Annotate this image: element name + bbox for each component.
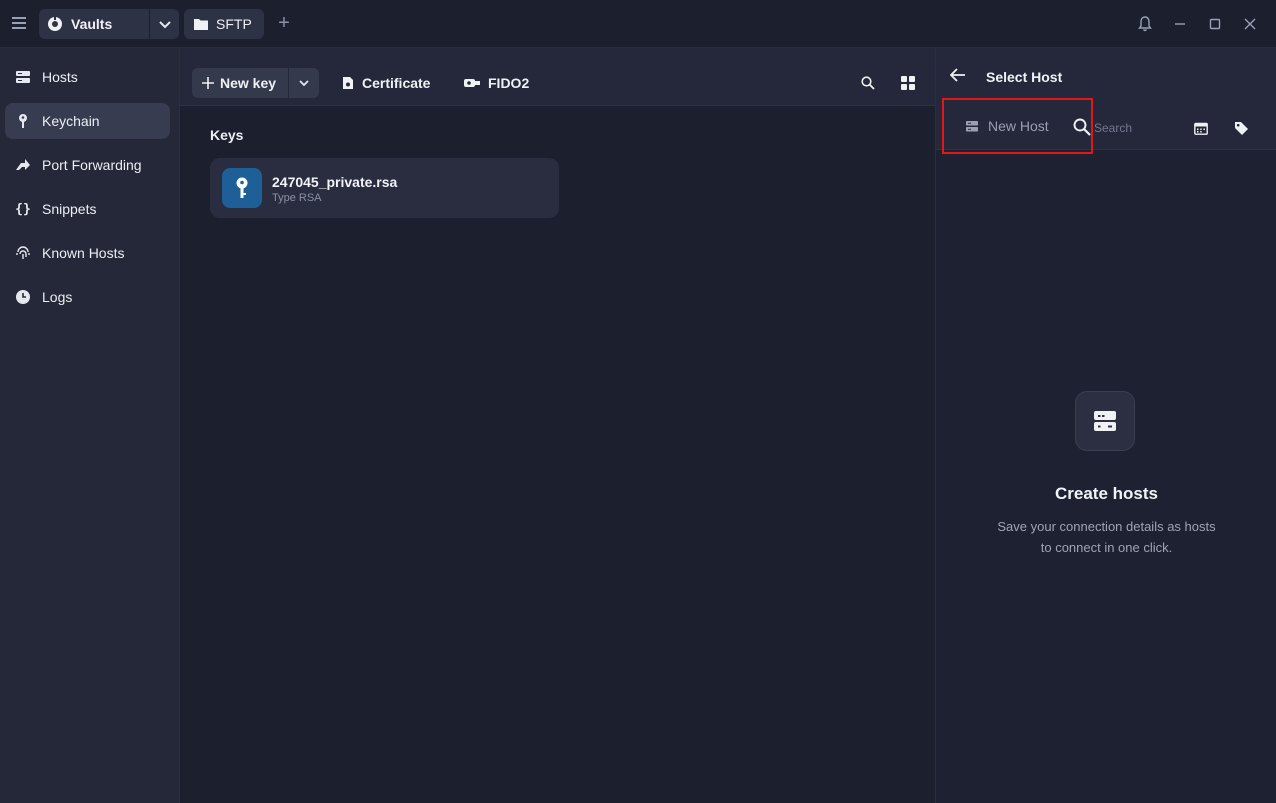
new-key-dropdown-button[interactable] — [289, 68, 319, 98]
chevron-down-icon — [158, 21, 171, 29]
chevron-down-icon — [299, 80, 309, 87]
sidebar-item-keychain[interactable]: Keychain — [5, 103, 170, 139]
sidebar-item-label: Port Forwarding — [42, 157, 142, 173]
grid-view-icon[interactable] — [898, 73, 918, 93]
new-key-label: New key — [220, 75, 277, 91]
add-tab-button[interactable]: + — [274, 13, 294, 35]
folder-icon — [194, 18, 208, 30]
sidebar-item-snippets[interactable]: {} Snippets — [5, 191, 170, 227]
hamburger-menu-icon[interactable] — [9, 14, 29, 34]
vaults-tab-label: Vaults — [71, 16, 113, 32]
braces-icon: {} — [15, 201, 31, 217]
new-host-label: New Host — [988, 118, 1049, 134]
sidebar-item-hosts[interactable]: Hosts — [5, 59, 170, 95]
key-name: 247045_private.rsa — [272, 174, 398, 190]
plus-icon — [202, 77, 214, 89]
key-type: Type RSA — [272, 192, 322, 204]
sftp-tab-label: SFTP — [216, 16, 252, 32]
search-input[interactable] — [1094, 118, 1174, 138]
sidebar-item-label: Hosts — [42, 69, 78, 85]
sidebar-item-logs[interactable]: Logs — [5, 279, 170, 315]
certificate-button[interactable]: Certificate — [342, 68, 430, 98]
select-host-panel: Select Host New Host Create hosts Save y… — [935, 48, 1276, 803]
fido2-button[interactable]: FIDO2 — [464, 68, 529, 98]
server-icon — [966, 120, 978, 132]
back-arrow-icon[interactable] — [949, 68, 968, 86]
search-icon — [1073, 118, 1093, 138]
empty-state-line: Save your connection details as hosts — [997, 519, 1216, 534]
server-icon — [14, 68, 32, 86]
new-host-button[interactable]: New Host — [942, 98, 1093, 154]
title-bar: Vaults SFTP + — [0, 0, 1276, 48]
key-avatar — [222, 168, 262, 208]
keychain-main: New key Certificate FIDO2 Keys 247045_pr… — [180, 48, 935, 803]
tag-icon[interactable] — [1231, 118, 1251, 138]
key-icon — [236, 177, 248, 198]
clock-icon — [14, 288, 32, 306]
server-icon — [1094, 411, 1116, 431]
fingerprint-icon — [14, 244, 32, 262]
certificate-icon — [342, 76, 354, 90]
empty-hosts-icon — [1075, 391, 1135, 451]
fido2-label: FIDO2 — [488, 75, 530, 91]
keys-section-title: Keys — [210, 127, 244, 143]
port-forward-icon — [14, 156, 32, 174]
bell-icon[interactable] — [1135, 14, 1155, 34]
new-key-button[interactable]: New key — [192, 68, 288, 98]
sidebar-item-label: Snippets — [42, 201, 97, 217]
sftp-tab[interactable]: SFTP — [184, 9, 264, 39]
panel-toolbar: New Host — [936, 98, 1276, 154]
vault-icon — [47, 16, 63, 32]
sidebar-item-label: Keychain — [42, 113, 100, 129]
minimize-icon[interactable] — [1170, 14, 1190, 34]
sidebar-item-label: Known Hosts — [42, 245, 125, 261]
sidebar: Hosts Keychain Port Forwarding {} Snippe… — [0, 48, 180, 803]
empty-state-description: Save your connection details as hosts to… — [936, 516, 1276, 558]
certificate-label: Certificate — [362, 75, 431, 91]
sidebar-item-port-forwarding[interactable]: Port Forwarding — [5, 147, 170, 183]
search-icon[interactable] — [858, 73, 878, 93]
empty-state-line: to connect in one click. — [1040, 540, 1173, 555]
keychain-toolbar: New key Certificate FIDO2 — [180, 48, 935, 106]
security-key-icon — [464, 78, 480, 88]
panel-title: Select Host — [986, 69, 1063, 85]
close-icon[interactable] — [1240, 14, 1260, 34]
calendar-icon[interactable] — [1191, 118, 1211, 138]
key-icon — [14, 112, 32, 130]
empty-state-title: Create hosts — [1055, 484, 1158, 503]
vaults-dropdown-button[interactable] — [150, 9, 179, 39]
maximize-icon[interactable] — [1205, 14, 1225, 34]
key-card[interactable]: 247045_private.rsa Type RSA — [210, 158, 559, 218]
vaults-tab[interactable]: Vaults — [39, 9, 149, 39]
sidebar-item-label: Logs — [42, 289, 73, 305]
sidebar-item-known-hosts[interactable]: Known Hosts — [5, 235, 170, 271]
